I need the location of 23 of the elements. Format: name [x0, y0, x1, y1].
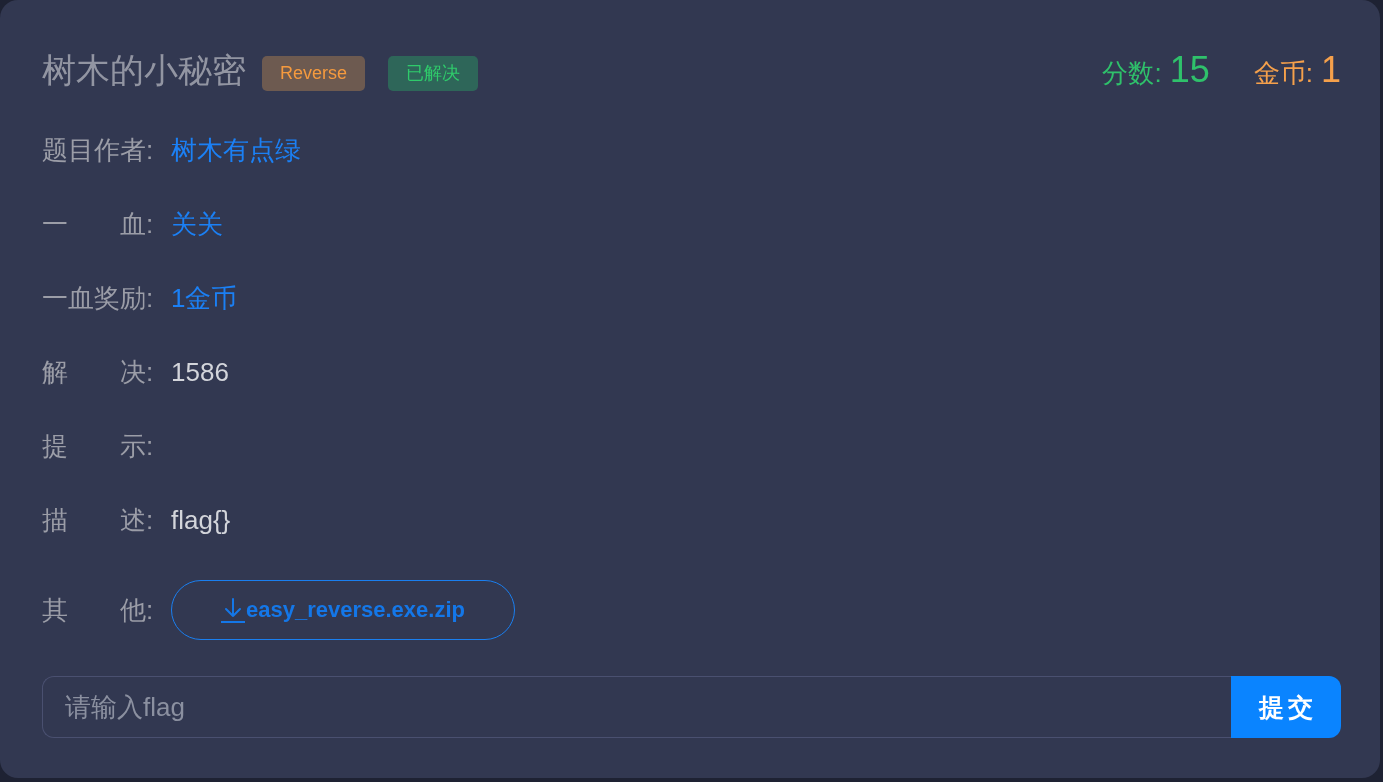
category-badge: Reverse: [262, 55, 366, 91]
download-icon: [221, 597, 245, 623]
download-button[interactable]: easy_reverse.exe.zip: [171, 580, 515, 640]
score-value: 15: [1169, 49, 1210, 91]
score-label: 分数:: [1102, 57, 1162, 90]
submit-button[interactable]: 提交: [1231, 676, 1341, 738]
value-text: flag{}: [171, 504, 231, 536]
challenge-title: 树木的小秘密: [42, 50, 246, 91]
field-label: 其 他:: [42, 593, 154, 627]
field-label: 一血奖励:: [42, 281, 154, 315]
status-badge: 已解决: [388, 55, 479, 91]
value-link[interactable]: 1金币: [171, 280, 238, 316]
field-label: 描 述:: [42, 503, 154, 537]
coin-label: 金币:: [1253, 57, 1313, 90]
flag-input[interactable]: 请输入flag: [42, 676, 1231, 738]
coin-value: 1: [1320, 49, 1341, 91]
field-label: 一 血:: [42, 207, 154, 241]
field-label: 提 示:: [42, 429, 154, 463]
field-label: 解 决:: [42, 355, 154, 389]
value-link[interactable]: 树木有点绿: [171, 132, 301, 168]
value-text: 1586: [171, 356, 229, 388]
value-link[interactable]: 关关: [171, 206, 223, 242]
field-label: 题目作者:: [42, 133, 154, 167]
